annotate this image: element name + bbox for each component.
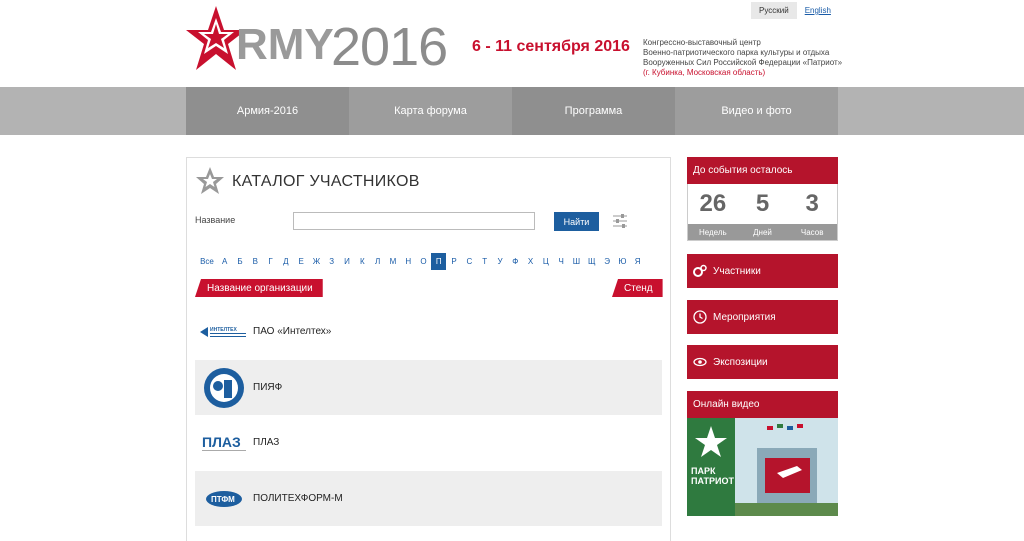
alpha-letter[interactable]: Я [630,253,645,270]
alpha-letter[interactable]: Б [232,253,247,270]
lang-english[interactable]: English [797,2,839,19]
army-2016-logo[interactable]: RMY 2016 [186,4,451,77]
events-label: Мероприятия [713,311,776,323]
nav-item-video-photo[interactable]: Видео и фото [675,87,838,135]
alpha-letter[interactable]: Г [263,253,278,270]
table-row[interactable]: ПТФМ ПОЛИТЕХФОРМ-М [195,471,662,526]
plaz-logo-icon: ПЛАЗ [195,415,253,470]
intelteh-logo-icon: ИНТЕЛТЕХ [195,304,253,359]
alphabet-filter: Все АБВГДЕЖЗИКЛМНОПРСТУФХЦЧШЩЭЮЯ [197,253,645,270]
participants-catalog: КАТАЛОГ УЧАСТНИКОВ Название Найти Все АБ… [186,157,671,541]
main-nav: Армия-2016 Карта форума Программа Видео … [0,87,1024,135]
alpha-letter[interactable]: М [385,253,400,270]
gears-icon [693,264,707,277]
venue-line: Конгрессно-выставочный центр [643,38,761,47]
org-name[interactable]: ПОЛИТЕХФОРМ-М [253,493,343,504]
venue-line: Вооруженных Сил Российской Федерации «Па… [643,58,843,67]
nav-item-army-2016[interactable]: Армия-2016 [186,87,349,135]
alpha-letter[interactable]: Ч [554,253,569,270]
countdown-hours-label: Часов [800,227,824,237]
alpha-letter[interactable]: О [416,253,431,270]
alpha-letter[interactable]: Ц [538,253,553,270]
column-stand[interactable]: Стенд [612,279,663,297]
participants-button[interactable]: Участники [687,254,838,288]
countdown-weeks-value: 26 [699,190,727,217]
nav-item-forum-map[interactable]: Карта форума [349,87,512,135]
venue-info: Конгрессно-выставочный центр Военно-патр… [643,38,853,78]
plaz-logo-text: ПЛАЗ [202,434,241,450]
alpha-letter[interactable]: П [431,253,447,270]
events-button[interactable]: Мероприятия [687,300,838,334]
alpha-letter[interactable]: Ш [569,253,584,270]
online-video-header: Онлайн видео [687,391,838,418]
alpha-letter[interactable]: В [248,253,263,270]
countdown-days-value: 5 [755,190,770,217]
video-park-text: ПАРК [691,466,716,476]
expositions-label: Экспозиции [713,356,768,368]
alpha-letter[interactable]: Х [523,253,538,270]
intelteh-logo-text: ИНТЕЛТЕХ [210,327,237,333]
event-dates: 6 - 11 сентября 2016 [472,38,630,55]
alpha-letter[interactable]: С [462,253,477,270]
piyaf-logo-icon [195,360,253,415]
alpha-letter[interactable]: Л [370,253,385,270]
countdown-days-label: Дней [753,227,772,237]
alpha-letter[interactable]: Д [278,253,293,270]
logo-army-text: RMY [236,20,334,69]
org-name[interactable]: ПЛАЗ [253,437,279,448]
table-row[interactable]: ИНТЕЛТЕХ ПАО «Интелтех» [195,304,662,359]
video-patriot-text: ПАТРИОТ [691,476,734,486]
eye-icon [693,357,707,367]
alpha-letter[interactable]: Ф [508,253,523,270]
alpha-letter[interactable]: К [355,253,370,270]
language-switcher: Русский English [751,2,839,19]
venue-location: (г. Кубинка, Московская область) [643,68,766,77]
table-row[interactable]: ПИЯФ [195,360,662,415]
site-header: RMY 2016 6 - 11 сентября 2016 Конгрессно… [0,0,1024,87]
alpha-letter[interactable]: И [339,253,354,270]
column-org-name[interactable]: Название организации [195,279,323,297]
alpha-letter[interactable]: Ж [309,253,324,270]
alpha-all[interactable]: Все [197,253,217,270]
ptfm-logo-icon: ПТФМ [195,471,253,526]
countdown-weeks-label: Недель [698,227,727,237]
logo-year-text: 2016 [331,17,448,77]
org-name[interactable]: ПАО «Интелтех» [253,326,331,337]
name-label: Название [195,215,236,225]
catalog-title: КАТАЛОГ УЧАСТНИКОВ [232,173,420,190]
alpha-letter[interactable]: З [324,253,339,270]
star-icon [196,167,224,194]
countdown-hours-value: 3 [805,190,819,217]
venue-line: Военно-патриотического парка культуры и … [643,48,830,57]
countdown-timer: 26 5 3 Недель Дней Часов [687,184,838,241]
clock-icon [693,310,707,324]
alpha-letter[interactable]: Щ [584,253,599,270]
org-name[interactable]: ПИЯФ [253,382,282,393]
online-video-thumbnail[interactable]: ПАРК ПАТРИОТ [687,418,838,516]
alpha-letter[interactable]: Н [401,253,416,270]
alpha-letter[interactable]: Р [446,253,461,270]
alpha-letter[interactable]: Е [293,253,308,270]
expositions-button[interactable]: Экспозиции [687,345,838,379]
alpha-letter[interactable]: Ю [615,253,630,270]
alpha-letter[interactable]: У [492,253,507,270]
countdown-header: До события осталось [687,157,838,184]
find-button[interactable]: Найти [554,212,599,231]
alpha-letter[interactable]: А [217,253,232,270]
lang-russian[interactable]: Русский [751,2,797,19]
table-row[interactable]: ПЛАЗ ПЛАЗ [195,415,662,470]
video-preview-icon: ПАРК ПАТРИОТ [687,418,838,516]
alpha-letter[interactable]: Т [477,253,492,270]
alpha-letter[interactable]: Э [599,253,614,270]
ptfm-logo-text: ПТФМ [211,495,235,504]
participants-label: Участники [713,265,761,277]
filter-settings-icon[interactable] [612,213,628,229]
name-search-input[interactable] [293,212,535,230]
nav-item-program[interactable]: Программа [512,87,675,135]
